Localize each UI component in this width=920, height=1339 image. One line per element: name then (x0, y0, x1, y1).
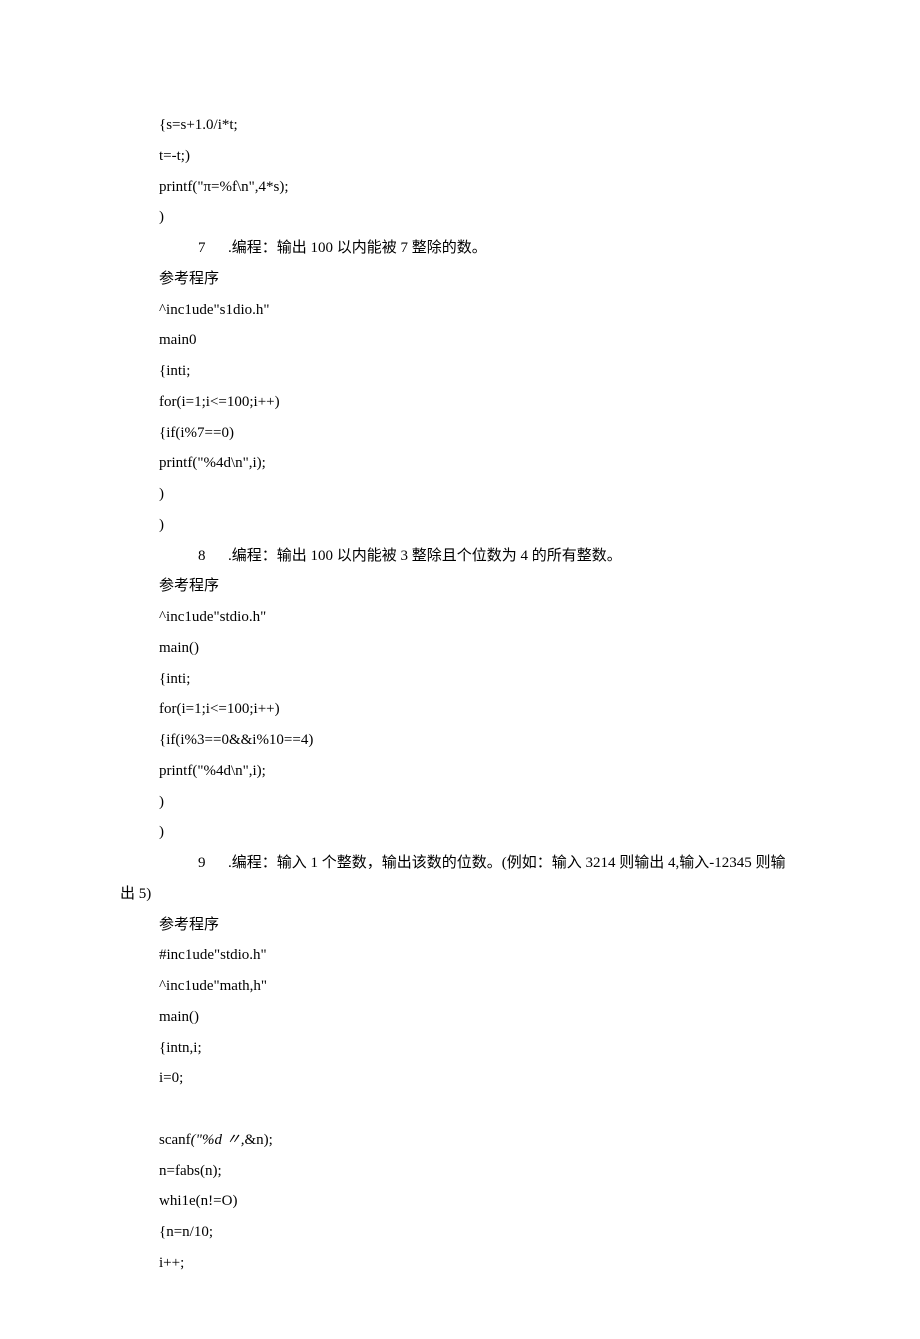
question-text: .编程：输出 100 以内能被 3 整除且个位数为 4 的所有整数。 (228, 548, 622, 564)
code-line: #inc1ude"stdio.h" (120, 940, 800, 971)
code-line: printf("%4d\n",i); (120, 756, 800, 787)
code-line-scanf: scanf("%d 〃,&n); (120, 1125, 800, 1156)
code-line: ) (120, 202, 800, 233)
code-line: main() (120, 633, 800, 664)
code-line: ) (120, 817, 800, 848)
question-8-title: 8 .编程：输出 100 以内能被 3 整除且个位数为 4 的所有整数。 (120, 541, 800, 572)
code-line: {inti; (120, 356, 800, 387)
code-line: {inti; (120, 664, 800, 695)
question-number: 8 (159, 541, 206, 572)
code-line: printf("%4d\n",i); (120, 448, 800, 479)
reference-label: 参考程序 (120, 910, 800, 941)
text: &n); (244, 1132, 272, 1148)
reference-label: 参考程序 (120, 571, 800, 602)
code-line: {if(i%3==0&&i%10==4) (120, 725, 800, 756)
code-line: ^inc1ude"s1dio.h" (120, 295, 800, 326)
document-page: {s=s+1.0/i*t; t=-t;) printf("π=%f\n",4*s… (0, 0, 920, 1339)
blank-line (120, 1094, 800, 1125)
reference-label: 参考程序 (120, 264, 800, 295)
code-line: t=-t;) (120, 141, 800, 172)
question-9-continuation: 出 5) (120, 879, 800, 910)
code-line: ) (120, 510, 800, 541)
code-line: {s=s+1.0/i*t; (120, 110, 800, 141)
code-line: i=0; (120, 1063, 800, 1094)
code-line: ^inc1ude"stdio.h" (120, 602, 800, 633)
code-line: n=fabs(n); (120, 1156, 800, 1187)
code-line: i++; (120, 1248, 800, 1279)
question-9-title: 9 .编程：输入 1 个整数，输出该数的位数。(例如：输入 3214 则输出 4,… (120, 848, 800, 879)
code-line: printf("π=%f\n",4*s); (120, 172, 800, 203)
code-line: for(i=1;i<=100;i++) (120, 694, 800, 725)
text: scanf (159, 1132, 191, 1148)
code-line: {intn,i; (120, 1033, 800, 1064)
code-line: ) (120, 479, 800, 510)
question-number: 9 (159, 848, 206, 879)
code-line: main0 (120, 325, 800, 356)
question-text: .编程：输出 100 以内能被 7 整除的数。 (228, 240, 487, 256)
code-line: ) (120, 787, 800, 818)
code-line: {if(i%7==0) (120, 418, 800, 449)
italic-text: ("%d 〃, (191, 1132, 245, 1148)
code-line: whi1e(n!=O) (120, 1186, 800, 1217)
code-line: main() (120, 1002, 800, 1033)
question-number: 7 (159, 233, 206, 264)
question-text: .编程：输入 1 个整数，输出该数的位数。(例如：输入 3214 则输出 4,输… (228, 855, 786, 871)
code-line: for(i=1;i<=100;i++) (120, 387, 800, 418)
question-7-title: 7 .编程：输出 100 以内能被 7 整除的数。 (120, 233, 800, 264)
code-line: {n=n/10; (120, 1217, 800, 1248)
code-line: ^inc1ude"math,h" (120, 971, 800, 1002)
